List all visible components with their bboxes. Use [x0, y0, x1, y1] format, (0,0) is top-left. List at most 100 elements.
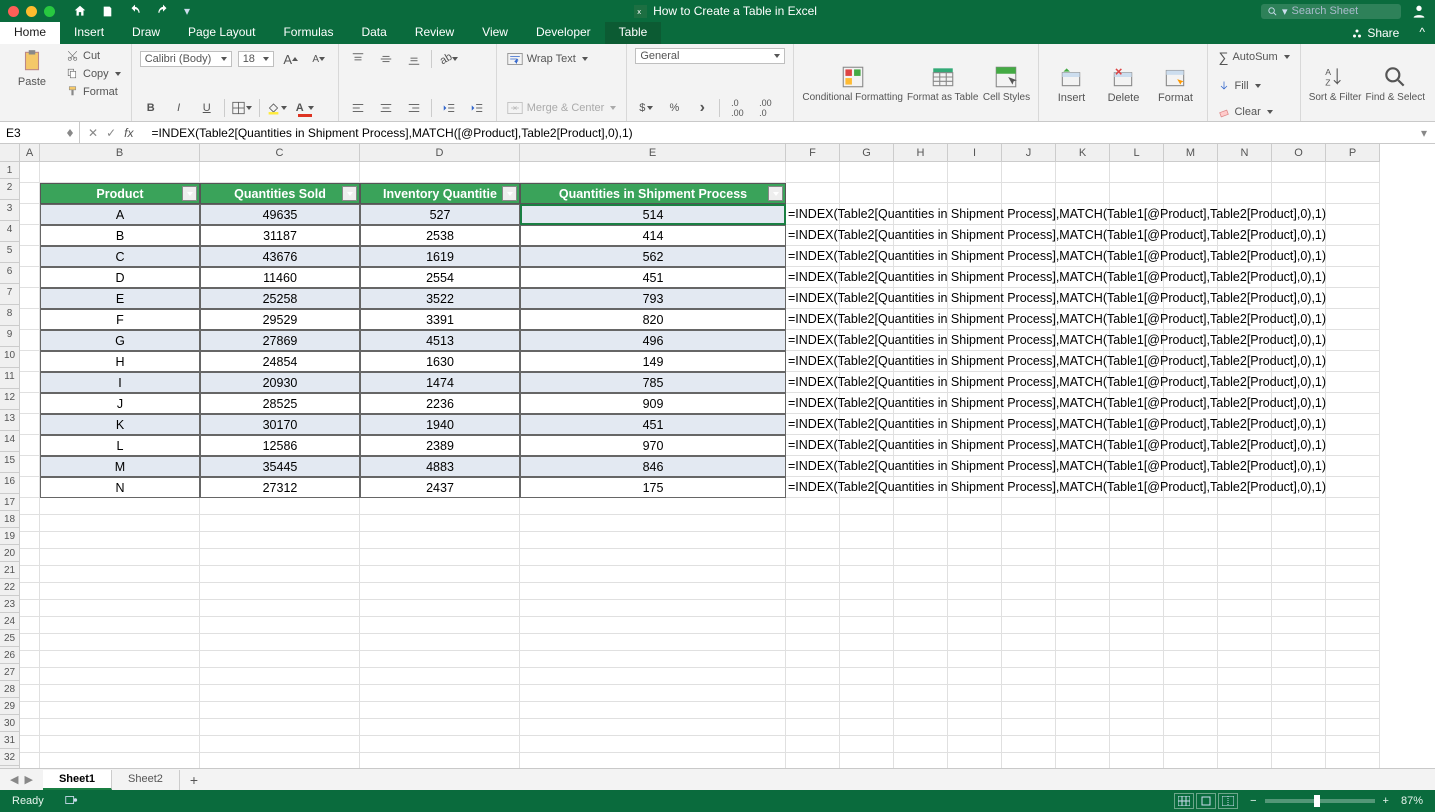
cell[interactable]: [200, 634, 360, 651]
table-cell[interactable]: 175: [520, 477, 786, 498]
cell[interactable]: [200, 702, 360, 719]
table-cell[interactable]: 31187: [200, 225, 360, 246]
cell[interactable]: [1218, 498, 1272, 515]
cell[interactable]: [1056, 162, 1110, 183]
col-header-C[interactable]: C: [200, 144, 360, 162]
cell[interactable]: [1164, 600, 1218, 617]
cell[interactable]: [786, 532, 840, 549]
cell[interactable]: [1110, 566, 1164, 583]
cell[interactable]: [1272, 566, 1326, 583]
cell[interactable]: [894, 617, 948, 634]
cell[interactable]: [1326, 702, 1380, 719]
cell[interactable]: [1164, 583, 1218, 600]
increase-indent[interactable]: [466, 97, 488, 119]
cell[interactable]: [20, 288, 40, 309]
cell[interactable]: [20, 225, 40, 246]
format-as-table[interactable]: Format as Table: [907, 48, 979, 119]
cell[interactable]: [20, 566, 40, 583]
cell[interactable]: =INDEX(Table2[Quantities in Shipment Pro…: [786, 246, 840, 267]
cell[interactable]: [840, 532, 894, 549]
cell[interactable]: [1002, 736, 1056, 753]
filter-button[interactable]: [182, 186, 197, 201]
font-color[interactable]: A: [294, 97, 316, 119]
cell[interactable]: [1326, 246, 1380, 267]
table-cell[interactable]: 3522: [360, 288, 520, 309]
decrease-indent[interactable]: [438, 97, 460, 119]
cell[interactable]: [1002, 162, 1056, 183]
cell[interactable]: [360, 549, 520, 566]
cell[interactable]: [1218, 634, 1272, 651]
cell[interactable]: [360, 515, 520, 532]
cell[interactable]: [40, 600, 200, 617]
cell[interactable]: [1272, 617, 1326, 634]
row-header-26[interactable]: 26: [0, 647, 20, 664]
table-cell[interactable]: 27869: [200, 330, 360, 351]
underline-button[interactable]: U: [196, 97, 218, 119]
cell[interactable]: [1272, 583, 1326, 600]
table-cell[interactable]: 527: [360, 204, 520, 225]
col-header-M[interactable]: M: [1164, 144, 1218, 162]
cell[interactable]: [840, 736, 894, 753]
col-header-A[interactable]: A: [20, 144, 40, 162]
cell[interactable]: [1326, 351, 1380, 372]
cell[interactable]: [200, 600, 360, 617]
cell[interactable]: [786, 162, 840, 183]
row-header-1[interactable]: 1: [0, 162, 20, 179]
align-right[interactable]: [403, 97, 425, 119]
cell[interactable]: [1218, 162, 1272, 183]
cell[interactable]: [894, 162, 948, 183]
cell[interactable]: [894, 685, 948, 702]
tab-home[interactable]: Home: [0, 22, 60, 44]
cell[interactable]: [20, 617, 40, 634]
row-header-21[interactable]: 21: [0, 562, 20, 579]
cell[interactable]: [520, 549, 786, 566]
cell[interactable]: [20, 498, 40, 515]
row-header-25[interactable]: 25: [0, 630, 20, 647]
table-cell[interactable]: 1474: [360, 372, 520, 393]
cell[interactable]: [1326, 204, 1380, 225]
cell[interactable]: [200, 515, 360, 532]
table-cell[interactable]: D: [40, 267, 200, 288]
tab-insert[interactable]: Insert: [60, 22, 118, 44]
increase-font[interactable]: A: [280, 48, 302, 70]
tab-draw[interactable]: Draw: [118, 22, 174, 44]
cell[interactable]: [840, 719, 894, 736]
cell[interactable]: [1326, 498, 1380, 515]
cell[interactable]: [20, 702, 40, 719]
cell[interactable]: [40, 651, 200, 668]
cell[interactable]: [1002, 634, 1056, 651]
row-header-30[interactable]: 30: [0, 715, 20, 732]
formula-input[interactable]: =INDEX(Table2[Quantities in Shipment Pro…: [147, 126, 1413, 140]
cell[interactable]: [1056, 498, 1110, 515]
minimize-window[interactable]: [26, 6, 37, 17]
cell[interactable]: [894, 532, 948, 549]
cell[interactable]: [1326, 288, 1380, 309]
cell[interactable]: [20, 393, 40, 414]
tab-data[interactable]: Data: [347, 22, 400, 44]
normal-view[interactable]: [1174, 793, 1194, 809]
cell[interactable]: [840, 600, 894, 617]
currency[interactable]: $: [635, 97, 657, 119]
table-cell[interactable]: I: [40, 372, 200, 393]
cell[interactable]: [894, 753, 948, 768]
cell[interactable]: [1218, 183, 1272, 204]
cell[interactable]: [520, 515, 786, 532]
row-header-33[interactable]: 33: [0, 766, 20, 768]
cell[interactable]: [1164, 668, 1218, 685]
cell[interactable]: [1056, 668, 1110, 685]
cell[interactable]: [200, 549, 360, 566]
cell[interactable]: =INDEX(Table2[Quantities in Shipment Pro…: [786, 456, 840, 477]
filter-button[interactable]: [502, 186, 517, 201]
cell[interactable]: =INDEX(Table2[Quantities in Shipment Pro…: [786, 393, 840, 414]
table-cell[interactable]: 1630: [360, 351, 520, 372]
cell[interactable]: [1002, 549, 1056, 566]
col-header-E[interactable]: E: [520, 144, 786, 162]
col-header-H[interactable]: H: [894, 144, 948, 162]
cell[interactable]: [1110, 583, 1164, 600]
table-cell[interactable]: 2389: [360, 435, 520, 456]
font-name[interactable]: Calibri (Body): [140, 51, 232, 67]
row-header-17[interactable]: 17: [0, 494, 20, 511]
cell[interactable]: [1326, 583, 1380, 600]
cell[interactable]: [1056, 634, 1110, 651]
accept-formula[interactable]: ✓: [106, 126, 116, 140]
